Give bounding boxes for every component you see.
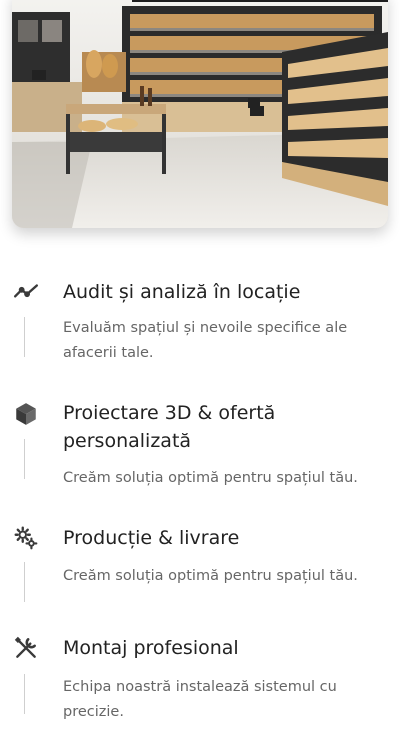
gears-icon [12, 524, 40, 552]
step-title: Producție & livrare [63, 527, 240, 549]
step-description: Creăm soluția optimă pentru spațiul tău. [63, 470, 358, 486]
tools-icon [12, 634, 40, 662]
hero-image [12, 0, 388, 228]
step-connector-line [24, 439, 25, 479]
step-title: Audit și analiză în locație [63, 281, 301, 303]
step-description: Evaluăm spațiul și nevoile specifice ale… [63, 320, 348, 361]
step-title: Montaj profesional [63, 637, 239, 659]
step-connector-line [24, 317, 25, 357]
step-description: Echipa noastră instalează sistemul cu pr… [63, 679, 337, 720]
step-connector-line [24, 674, 25, 714]
step-connector-line [24, 562, 25, 602]
cube-icon [12, 400, 40, 428]
step-description: Creăm soluția optimă pentru spațiul tău. [63, 568, 358, 584]
step-title: Proiectare 3D & ofertă personalizată [63, 402, 276, 452]
trend-line-icon [12, 278, 40, 306]
